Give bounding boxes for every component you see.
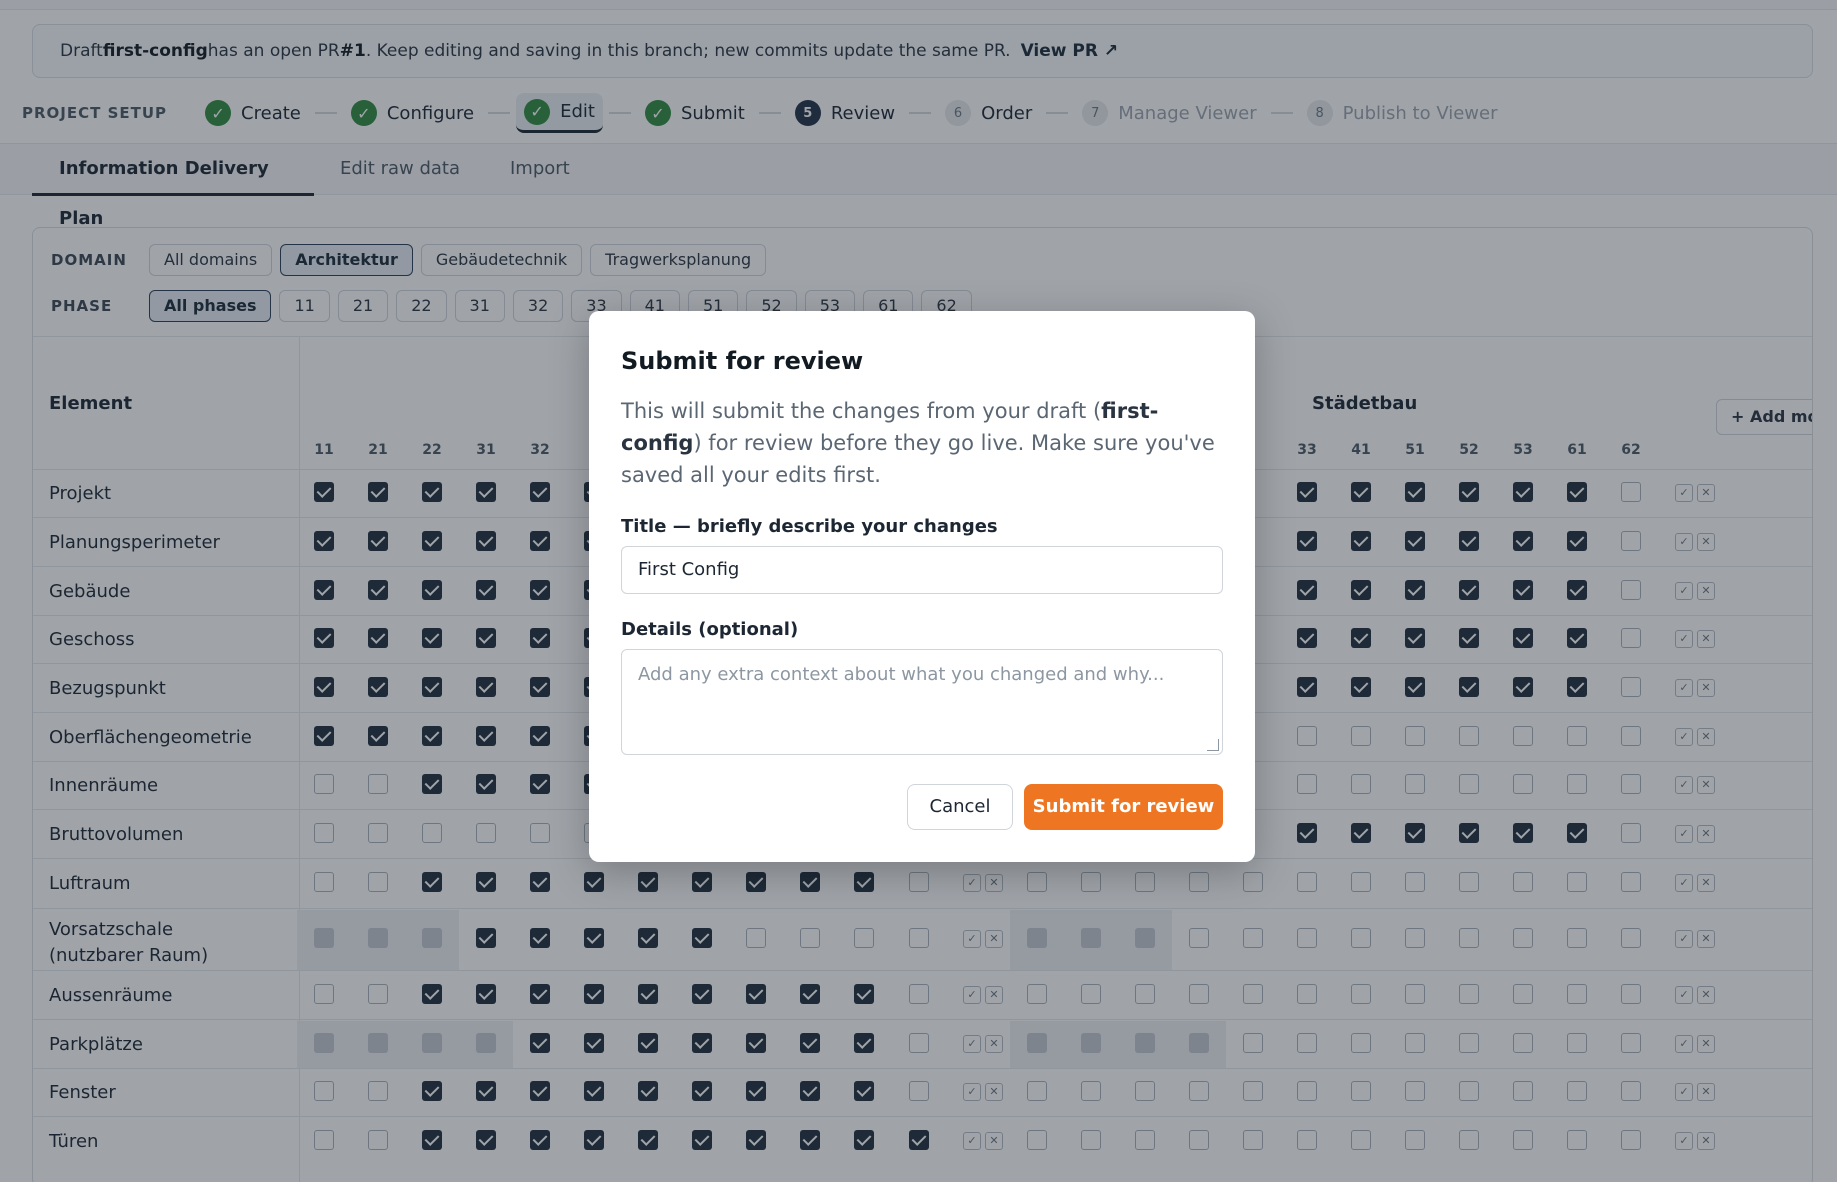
submit-for-review-button[interactable]: Submit for review [1024,784,1223,830]
cancel-button[interactable]: Cancel [907,784,1013,830]
desc-before: This will submit the changes from your d… [621,399,1102,423]
dialog-description: This will submit the changes from your d… [621,395,1221,491]
title-input[interactable]: First Config [621,546,1223,594]
dialog-title: Submit for review [621,347,864,375]
resize-handle-icon[interactable] [1207,739,1219,751]
details-placeholder: Add any extra context about what you cha… [638,664,1165,685]
desc-after: ) for review before they go live. Make s… [621,431,1215,487]
title-field-label: Title — briefly describe your changes [621,516,998,537]
details-field-label: Details (optional) [621,619,799,640]
details-textarea[interactable]: Add any extra context about what you cha… [621,649,1223,755]
submit-review-dialog: Submit for review This will submit the c… [589,311,1255,862]
